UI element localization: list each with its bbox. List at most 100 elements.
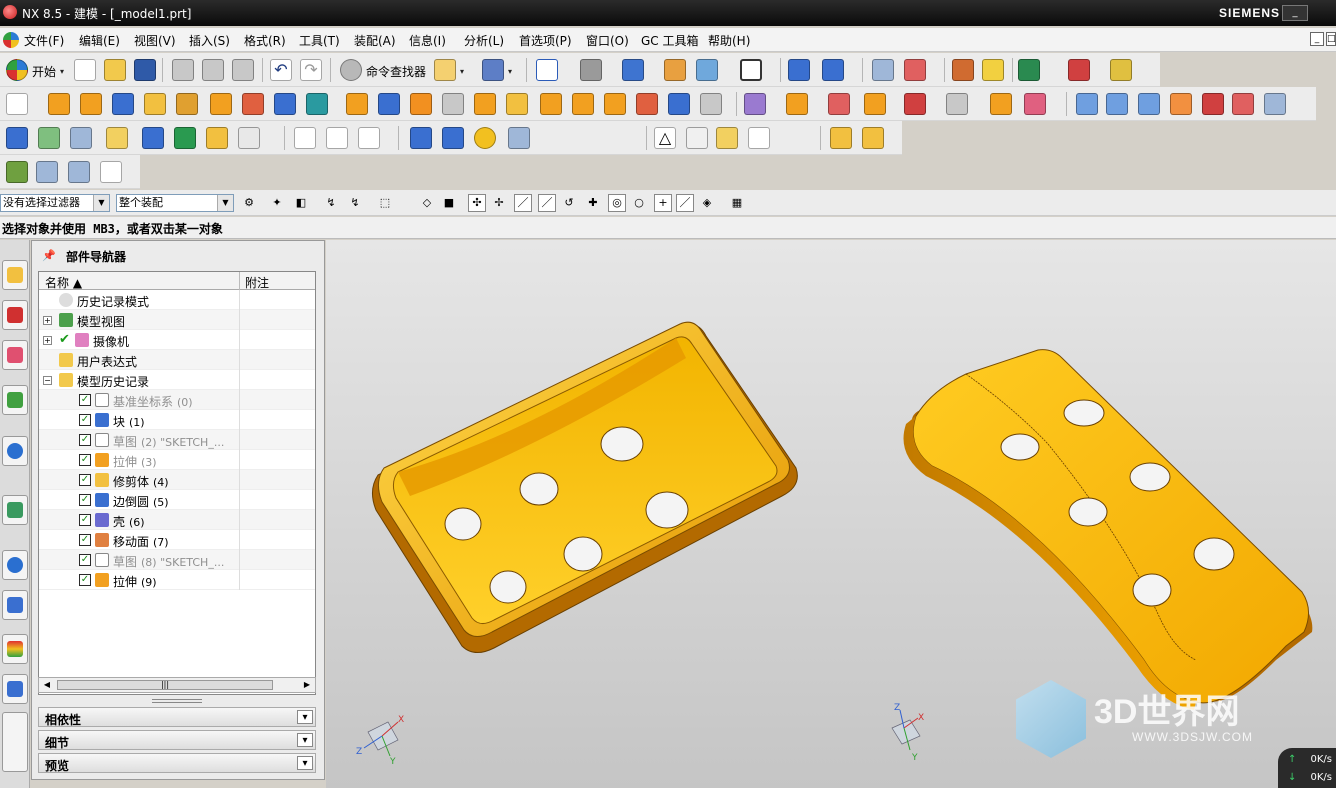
check-icon[interactable] [6,161,28,183]
constraint-icon[interactable] [174,127,196,149]
command-finder-button[interactable]: 命令查找器 [366,63,426,80]
wcs-icon[interactable] [788,59,810,81]
tree-row-model-history[interactable]: − 模型历史记录 [39,370,315,390]
menu-analysis[interactable]: 分析(L) [464,32,504,49]
tree-row-sketch[interactable]: ✓ 草图 (2) "SKETCH_... [39,430,315,450]
menu-tools[interactable]: 工具(T) [299,32,340,49]
arc-center-icon[interactable]: ◎ [608,194,626,212]
intersection-point-icon[interactable]: ✚ [584,194,602,212]
text-note-icon[interactable] [238,127,260,149]
save-icon[interactable] [134,59,156,81]
emboss-icon[interactable] [636,93,658,115]
selection-intent-icon[interactable]: ◧ [292,194,310,212]
table-edit-icon[interactable] [36,161,58,183]
type-filter-select[interactable]: 没有选择过滤器 ▼ [0,194,110,212]
menu-edit[interactable]: 编辑(E) [79,32,120,49]
feature-checkbox[interactable]: ✓ [79,514,91,526]
shell-icon[interactable] [442,93,464,115]
menu-file[interactable]: 文件(F) [24,32,64,49]
expand-icon[interactable]: + [43,336,52,345]
undo-icon[interactable]: ↶ [270,59,292,81]
layer-settings-icon[interactable] [664,59,686,81]
general-selection-icon[interactable]: ⚙ [240,194,258,212]
feature-checkbox[interactable]: ✓ [79,454,91,466]
orient-view-icon[interactable] [622,59,644,81]
tree-horizontal-scrollbar[interactable]: ◀ ||| ▶ [38,677,316,693]
tree-row-user-expressions[interactable]: 用户表达式 [39,350,315,370]
layer-category-icon[interactable] [38,127,60,149]
pattern-icon[interactable] [242,93,264,115]
feature-checkbox[interactable]: ✓ [79,394,91,406]
manufacturing-wizards-tab[interactable] [2,634,28,664]
feature-checkbox[interactable]: ✓ [79,494,91,506]
move-face-icon[interactable] [744,93,766,115]
shelled-tray-part[interactable] [372,321,798,653]
curve-point-icon[interactable]: ↺ [560,194,578,212]
delete-face-icon[interactable] [786,93,808,115]
layers-icon[interactable] [872,59,894,81]
boss-icon[interactable] [176,93,198,115]
minimize-button[interactable]: _ [1282,5,1308,21]
reuse-library-tab[interactable] [2,385,28,415]
background-icon[interactable] [740,59,762,81]
solid-body-icon[interactable]: ■ [440,194,458,212]
scroll-right-icon[interactable]: ▶ [300,679,314,691]
sketch-icon[interactable] [6,93,28,115]
rectangle-select-icon[interactable]: ⬚ [376,194,394,212]
menu-preferences[interactable]: 首选项(P) [519,32,572,49]
paste-icon[interactable] [232,59,254,81]
feature-checkbox[interactable]: ✓ [79,534,91,546]
offset-face-icon[interactable] [540,93,562,115]
chamfer-icon[interactable] [378,93,400,115]
process-studio-tab[interactable] [2,590,28,620]
select-all-icon[interactable]: ✦ [268,194,286,212]
tree-row-datum-csys[interactable]: ✓ 基准坐标系 (0) [39,390,315,410]
pattern-face-icon[interactable] [904,93,926,115]
cylinder-icon[interactable] [410,127,432,149]
feature-checkbox[interactable]: ✓ [79,554,91,566]
tree-row-trim-body[interactable]: ✓ 修剪体 (4) [39,470,315,490]
quadrant-point-icon[interactable]: ○ [630,194,648,212]
resource-bar-scroll[interactable] [2,712,28,772]
bounded-plane-icon[interactable] [1170,93,1192,115]
swept-icon[interactable] [1138,93,1160,115]
info-query-icon[interactable] [482,59,504,81]
render-style-icon[interactable] [580,59,602,81]
column-divider[interactable] [239,272,240,290]
section-details[interactable]: 细节 ▾ [38,730,316,750]
split-body-icon[interactable] [506,93,528,115]
chevron-down-icon[interactable]: ▾ [297,756,313,770]
assembly-icon[interactable] [106,127,128,149]
draft-icon[interactable] [410,93,432,115]
datum-plane-icon[interactable] [210,93,232,115]
pin-icon[interactable]: 📌 [42,249,56,262]
spring-icon[interactable] [442,127,464,149]
point-set-icon[interactable] [716,127,738,149]
sew-icon[interactable] [1202,93,1224,115]
block-icon[interactable] [112,93,134,115]
roles-tab[interactable] [2,674,28,704]
menu-insert[interactable]: 插入(S) [189,32,230,49]
column-note-header[interactable]: 附注 [245,274,269,291]
extrude-icon[interactable] [48,93,70,115]
triangle-icon[interactable]: △ [654,127,676,149]
layer-grid-icon[interactable] [434,59,456,81]
table-icon[interactable] [70,127,92,149]
offset-curve-icon[interactable] [358,127,380,149]
spreadsheet-icon[interactable] [68,161,90,183]
menu-information[interactable]: 信息(I) [409,32,446,49]
menu-help[interactable]: 帮助(H) [708,32,750,49]
component-pattern-icon[interactable] [206,127,228,149]
feature-body-icon[interactable]: ◇ [418,194,436,212]
tree-row-extrude[interactable]: ✓ 拉伸 (3) [39,450,315,470]
tree-row-move-face[interactable]: ✓ 移动面 (7) [39,530,315,550]
scroll-left-icon[interactable]: ◀ [40,679,54,691]
ruler-icon[interactable] [1110,59,1132,81]
redo-icon[interactable]: ↷ [300,59,322,81]
copy-face-icon[interactable] [990,93,1012,115]
scrollbar-thumb[interactable]: ||| [57,680,273,690]
tree-row-model-views[interactable]: + 模型视图 [39,310,315,330]
tools-icon[interactable] [508,127,530,149]
revolve-icon[interactable] [80,93,102,115]
panel-resize-grip[interactable] [152,699,202,703]
